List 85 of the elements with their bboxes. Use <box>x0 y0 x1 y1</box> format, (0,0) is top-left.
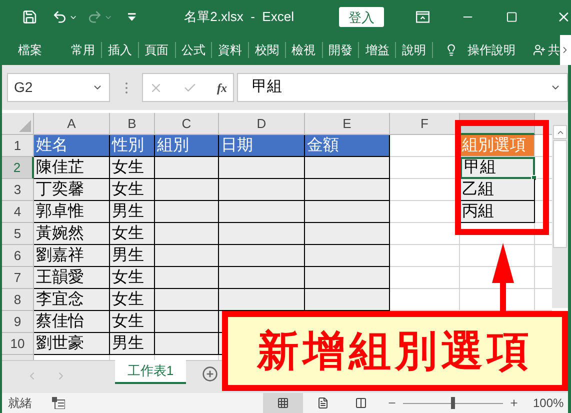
page-layout-icon[interactable] <box>317 397 329 409</box>
up-arrow <box>492 243 514 313</box>
row-header[interactable]: 4 <box>2 201 34 223</box>
undo-icon[interactable] <box>52 9 68 25</box>
page-break-icon[interactable] <box>355 397 367 409</box>
option-cell[interactable]: 乙組 <box>460 179 535 201</box>
table-cell: 男生 <box>112 204 144 220</box>
redo-icon <box>87 9 103 25</box>
header-cell: 金額 <box>307 138 339 154</box>
grip-icon <box>125 82 128 94</box>
insert-function-button[interactable]: fx <box>217 78 227 96</box>
header-cell: 姓名 <box>36 138 68 154</box>
row-header[interactable]: 1 <box>2 135 34 157</box>
save-icon[interactable] <box>22 9 38 25</box>
vertical-scrollbar[interactable] <box>552 113 568 308</box>
column-header[interactable]: B <box>110 113 155 135</box>
zoom-in-icon[interactable] <box>509 398 519 408</box>
column-header[interactable]: D <box>219 113 305 135</box>
column-header[interactable]: C <box>155 113 219 135</box>
ribbon-tab[interactable]: 頁面 <box>138 44 175 56</box>
ribbon-tab[interactable]: 校閱 <box>248 44 285 56</box>
table-cell: 男生 <box>112 248 144 264</box>
table-cell: 王韻愛 <box>36 270 84 286</box>
add-sheet-icon[interactable] <box>202 366 218 382</box>
table-cell: 丁奕馨 <box>36 182 84 198</box>
table-cell: 郭卓惟 <box>36 204 84 220</box>
slider-thumb[interactable] <box>451 397 455 409</box>
row-header[interactable]: 7 <box>2 267 34 289</box>
table-cell: 劉嘉祥 <box>36 248 84 264</box>
sign-in-button[interactable]: 登入 <box>338 7 384 27</box>
column-header[interactable]: F <box>390 113 460 135</box>
option-cell[interactable]: 甲組 <box>460 157 535 179</box>
normal-view-button[interactable] <box>263 393 303 413</box>
table-cell: 女生 <box>112 292 144 308</box>
formula-field[interactable]: 甲組 <box>237 73 568 102</box>
table-cell: 女生 <box>112 226 144 242</box>
table-cell: 蔡佳怡 <box>36 314 84 330</box>
ribbon-display-icon[interactable] <box>416 11 430 23</box>
status-text: 就緒 <box>8 395 32 412</box>
ribbon-tab[interactable]: 開發 <box>322 44 358 56</box>
zoom-slider[interactable] <box>403 397 503 409</box>
name-box[interactable]: G2 <box>7 73 110 102</box>
table-cell: 女生 <box>112 160 144 176</box>
share-button[interactable]: 共 <box>548 44 560 56</box>
header-cell: 日期 <box>221 138 253 154</box>
sheet-tab[interactable]: 工作表1 <box>115 360 186 384</box>
row-header[interactable]: 2 <box>2 157 34 179</box>
ribbon-tab[interactable]: 檢視 <box>286 44 322 56</box>
grid-icon <box>277 397 289 409</box>
row-header[interactable]: 10 <box>2 333 34 355</box>
ribbon-tab[interactable]: 插入 <box>102 44 138 56</box>
table-cell: 女生 <box>112 182 144 198</box>
ribbon-tab[interactable]: 公式 <box>175 44 212 56</box>
header-cell: 組別選項 <box>462 138 526 154</box>
tell-me-field[interactable]: 操作說明 <box>467 44 516 56</box>
header-cell: 性別 <box>112 138 144 154</box>
zoom-level[interactable]: 100% <box>533 394 564 412</box>
ribbon-scroll-button[interactable] <box>560 34 571 64</box>
column-header[interactable]: E <box>305 113 390 135</box>
table-cell: 黃婉然 <box>36 226 84 242</box>
ribbon-tab[interactable]: 說明 <box>396 44 432 56</box>
header-cell: 組別 <box>157 138 189 154</box>
maximize-icon[interactable] <box>506 11 518 23</box>
table-cell: 李宜念 <box>36 292 84 308</box>
table-cell: 劉世豪 <box>36 336 84 352</box>
ribbon-tab[interactable]: 增益 <box>359 44 396 56</box>
table-cell: 女生 <box>112 270 144 286</box>
table-cell: 女生 <box>112 314 144 330</box>
ribbon-tab[interactable]: 資料 <box>212 44 248 56</box>
lightbulb-icon <box>444 42 458 58</box>
column-header[interactable]: A <box>34 113 110 135</box>
row-header[interactable]: 9 <box>2 311 34 333</box>
customize-icon[interactable] <box>128 13 136 21</box>
window-title: 名單2.xlsx - Excel <box>184 8 294 26</box>
row-header[interactable]: 6 <box>2 245 34 267</box>
row-header[interactable]: 5 <box>2 223 34 245</box>
callout-box: 新增組別選項 <box>222 311 568 391</box>
row-header[interactable]: 8 <box>2 289 34 311</box>
ribbon-tab[interactable]: 常用 <box>65 44 101 56</box>
table-cell: 男生 <box>112 336 144 352</box>
option-cell[interactable]: 丙組 <box>460 201 535 223</box>
macro-record-icon[interactable] <box>52 397 65 409</box>
table-cell: 陳佳芷 <box>36 160 84 176</box>
ribbon-tab[interactable]: 檔案 <box>0 44 65 56</box>
row-header[interactable]: 3 <box>2 179 34 201</box>
